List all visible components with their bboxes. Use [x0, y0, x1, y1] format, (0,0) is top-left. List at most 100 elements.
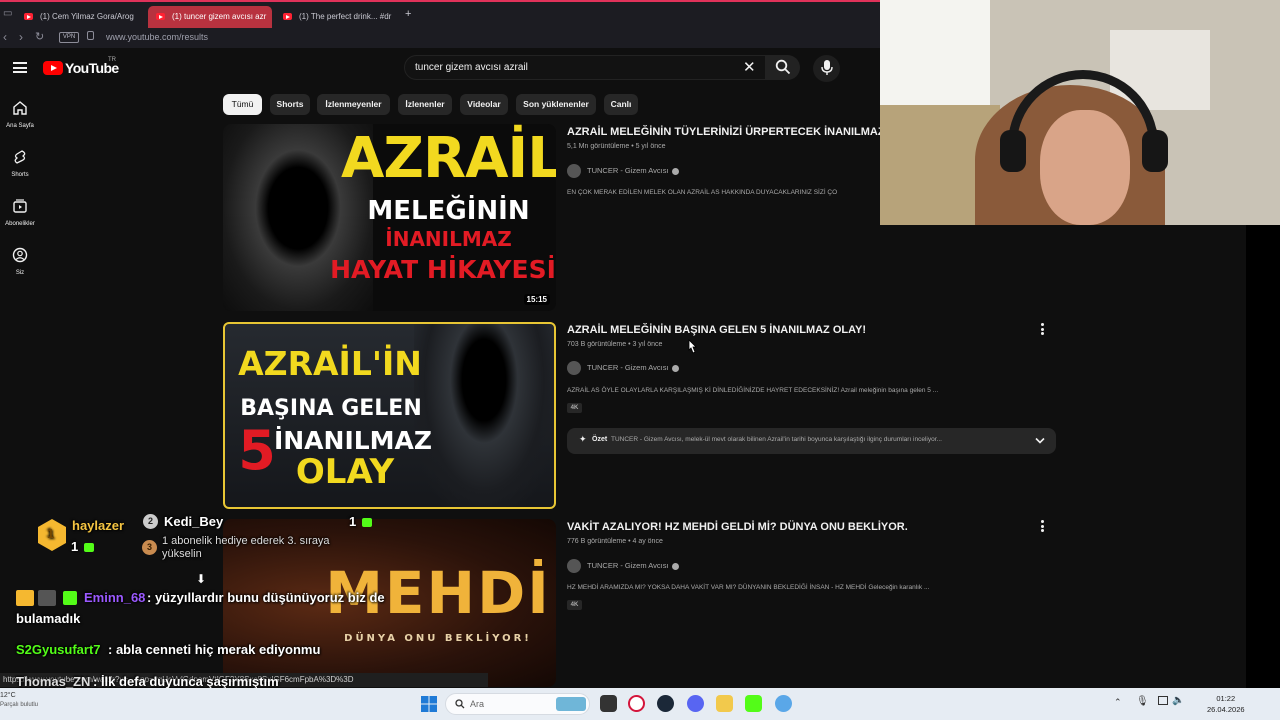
video-title[interactable]: AZRAİL MELEĞİNİN BAŞINA GELEN 5 İNANILMA…: [567, 324, 866, 336]
gift-icon: [84, 543, 94, 552]
account-icon: [12, 247, 28, 263]
weather-desc: Parçalı bulutlu: [0, 702, 39, 708]
settings-gear-icon[interactable]: [775, 695, 792, 712]
search-highlight-image: [556, 697, 586, 711]
clock-time: 01:22: [1216, 694, 1236, 703]
system-clock[interactable]: 01:22 26.04.2026: [1207, 693, 1245, 715]
verified-icon: [671, 167, 679, 175]
chip-unwatched[interactable]: İzlenmeyenler: [317, 94, 390, 115]
chat-message: : abla cenneti hiç merak ediyonmu: [108, 642, 321, 657]
chip-videos[interactable]: Videolar: [460, 94, 508, 115]
ai-summary-box[interactable]: ✦ Özet TUNCER - Gizem Avcısı, melek-ül m…: [567, 428, 1056, 454]
promo-text: 1 abonelik hediye ederek 3. sıraya: [162, 535, 330, 547]
lock-icon: [87, 31, 94, 40]
back-icon[interactable]: ‹: [3, 30, 7, 44]
reload-icon[interactable]: ↻: [35, 30, 44, 43]
channel-link[interactable]: TUNCER - Gizem Avcısı: [567, 559, 679, 573]
video-thumbnail[interactable]: AZRAİL MELEĞİNİN İNANILMAZ HAYAT HİKAYES…: [223, 124, 556, 311]
weather-temp[interactable]: 12°C: [0, 692, 16, 699]
more-options-icon[interactable]: [1040, 520, 1046, 534]
chat-username: S2Gyusufart7: [16, 642, 101, 657]
browser-tab[interactable]: (1) Cem Yilmaz Gora/Arog: [16, 6, 140, 28]
subscriptions-icon: [13, 199, 27, 213]
youtube-favicon-icon: [283, 13, 292, 20]
avatar: [567, 559, 581, 573]
second-gifter-name: Kedi_Bey: [164, 514, 224, 529]
sidebar-item-subscriptions[interactable]: Abonelikler: [0, 198, 40, 227]
sidebar-item-home[interactable]: Ana Sayfa: [0, 100, 40, 129]
taskbar-search[interactable]: Ara: [445, 693, 590, 715]
tab-title: (1) The perfect drink... #dr: [299, 12, 392, 21]
video-thumbnail[interactable]: AZRAİL'İN BAŞINA GELEN 5 İNANILMAZ OLAY: [223, 322, 556, 509]
close-icon[interactable]: ✕: [743, 58, 756, 76]
menu-icon[interactable]: [13, 62, 27, 73]
chip-all[interactable]: Tümü: [223, 94, 262, 115]
rank-2-badge: 2: [143, 514, 158, 529]
sparkle-icon: ✦: [579, 434, 587, 444]
headphone-ear-image: [1142, 130, 1168, 172]
network-icon[interactable]: [1158, 696, 1168, 705]
sidebar-item-label: Abonelikler: [5, 221, 35, 227]
chevron-up-icon[interactable]: ⌃: [1114, 697, 1122, 708]
rank-3-badge: 3: [142, 540, 157, 555]
kick-icon[interactable]: [745, 695, 762, 712]
voice-search-button[interactable]: [813, 55, 840, 82]
video-meta: 703 B görüntüleme • 3 yıl önce: [567, 341, 663, 348]
forward-icon[interactable]: ›: [19, 30, 23, 44]
channel-link[interactable]: TUNCER - Gizem Avcısı: [567, 164, 679, 178]
browser-tab-bar: ▭ (1) Cem Yilmaz Gora/Arog (1) tuncer gi…: [0, 0, 880, 28]
opera-icon[interactable]: [628, 695, 645, 712]
more-options-icon[interactable]: [1040, 323, 1046, 337]
chip-recently-uploaded[interactable]: Son yüklenenler: [516, 94, 596, 115]
thumbnail-text: OLAY: [295, 452, 395, 492]
url-field[interactable]: www.youtube.com/results: [106, 32, 208, 42]
task-view-icon[interactable]: [600, 695, 617, 712]
duration-badge: 15:15: [523, 294, 550, 305]
sidebar-item-you[interactable]: Siz: [0, 247, 40, 276]
microphone-icon[interactable]: 🎙: [1136, 696, 1149, 707]
chevron-down-icon[interactable]: [1035, 437, 1045, 445]
browser-tab-active[interactable]: (1) tuncer gizem avcısı azr: [148, 6, 272, 28]
gift-count: 1: [71, 539, 79, 554]
tab-overview-icon[interactable]: ▭: [3, 8, 12, 19]
sidebar-item-shorts[interactable]: Shorts: [0, 149, 40, 178]
thumbnail-text: HAYAT HİKAYESİ: [330, 255, 556, 284]
new-tab-icon[interactable]: +: [405, 8, 411, 20]
address-bar: ‹ › ↻ VPN www.youtube.com/results: [0, 28, 880, 48]
summary-label: Özet: [592, 436, 608, 443]
gift-badge-icon: [63, 591, 77, 605]
tab-title: (1) tuncer gizem avcısı azr: [172, 12, 267, 21]
crown-badge-icon: [16, 590, 34, 606]
country-code: TR: [108, 57, 116, 63]
webcam-overlay: [880, 0, 1280, 225]
window-curtain-image: [880, 0, 990, 120]
gift-icon: [362, 518, 372, 527]
search-icon: [775, 59, 791, 75]
verified-icon: [671, 364, 679, 372]
search-button[interactable]: [766, 55, 800, 80]
chip-live[interactable]: Canlı: [604, 94, 638, 115]
vpn-badge[interactable]: VPN: [59, 32, 79, 43]
windows-start-icon[interactable]: [421, 696, 437, 712]
chat-scroll-icon[interactable]: ⬇: [196, 572, 206, 586]
home-icon: [13, 101, 27, 115]
video-title[interactable]: AZRAİL MELEĞİNİN TÜYLERİNİZİ ÜRPERTECEK …: [567, 126, 885, 138]
search-input[interactable]: tuncer gizem avcısı azrail: [415, 62, 528, 73]
file-explorer-icon[interactable]: [716, 695, 733, 712]
steam-icon[interactable]: [657, 695, 674, 712]
video-title[interactable]: VAKİT AZALIYOR! HZ MEHDİ GELDİ Mİ? DÜNYA…: [567, 521, 908, 533]
avatar: [567, 164, 581, 178]
browser-tab[interactable]: (1) The perfect drink... #dr: [275, 6, 399, 28]
discord-icon[interactable]: [687, 695, 704, 712]
hooded-figure-image: [414, 324, 554, 507]
volume-icon[interactable]: 🔈: [1172, 695, 1184, 706]
sidebar-item-label: Ana Sayfa: [6, 123, 34, 129]
windows-taskbar: 12°C Parçalı bulutlu Ara ⌃ 🎙 🔈 01:22 26.…: [0, 688, 1280, 720]
chip-watched[interactable]: İzlenenler: [398, 94, 452, 115]
search-box[interactable]: tuncer gizem avcısı azrail ✕: [404, 55, 766, 80]
rank-number: 1: [47, 526, 55, 541]
chip-shorts[interactable]: Shorts: [270, 94, 310, 115]
chat-username: Eminn_68: [84, 590, 146, 605]
channel-link[interactable]: TUNCER - Gizem Avcısı: [567, 361, 679, 375]
thumbnail-text: AZRAİL'İN: [238, 344, 422, 383]
